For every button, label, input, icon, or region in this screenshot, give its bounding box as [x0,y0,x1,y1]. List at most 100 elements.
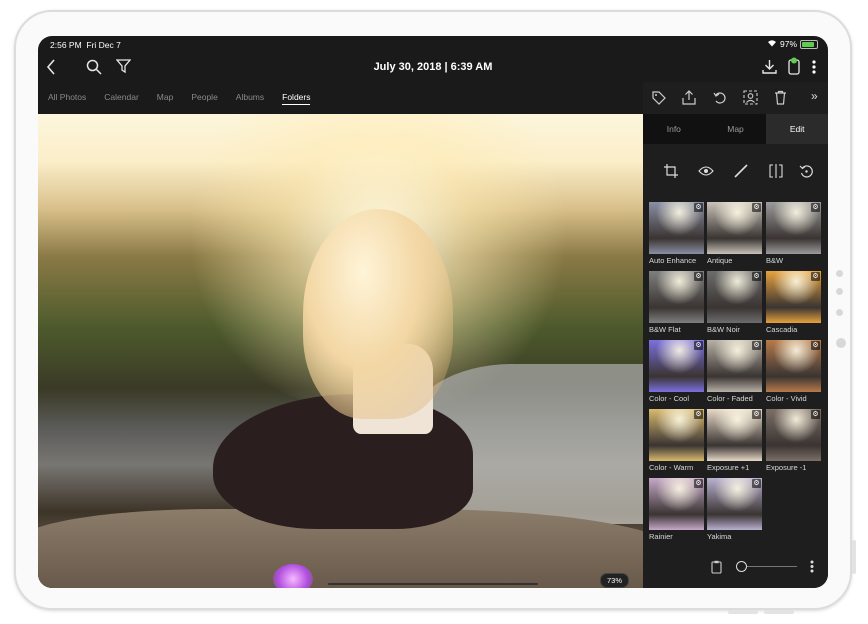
segment-edit[interactable]: Edit [766,114,828,144]
more-vertical-icon[interactable] [812,60,816,77]
gear-icon[interactable]: ⚙ [694,341,703,350]
wifi-icon [767,39,777,49]
filter-thumb[interactable]: ⚙ Antique [707,202,762,270]
filter-preview: ⚙ [649,478,704,530]
filter-label: B&W Flat [649,325,681,334]
gear-icon[interactable]: ⚙ [752,272,761,281]
more-vertical-icon[interactable] [810,560,814,576]
filter-label: B&W [766,256,784,265]
gear-icon[interactable]: ⚙ [811,203,820,212]
gear-icon[interactable]: ⚙ [752,410,761,419]
filter-preview: ⚙ [649,409,704,461]
sensor-dot [836,338,846,348]
share-icon[interactable] [682,90,696,108]
tab-all-photos[interactable]: All Photos [48,92,86,104]
filter-thumb[interactable]: ⚙ Yakima [707,478,762,546]
tag-icon[interactable] [652,91,666,108]
main-photo[interactable] [38,114,643,588]
filter-label: Exposure +1 [707,463,750,472]
gear-icon[interactable]: ⚙ [811,341,820,350]
volume-button [852,540,856,574]
filter-label: Color - Warm [649,463,694,472]
tab-map[interactable]: Map [157,92,174,104]
status-time: 2:56 PM [50,40,82,50]
tab-people[interactable]: People [191,92,217,104]
expand-panel-icon[interactable]: » [811,90,818,102]
screen: 2:56 PM Fri Dec 7 97% July 30, 2018 | 6:… [38,36,828,588]
face-tag-icon[interactable] [743,90,758,108]
filter-thumb[interactable]: ⚙ Cascadia [766,271,821,339]
eye-icon[interactable] [698,165,714,180]
filter-label: Auto Enhance [649,256,697,265]
download-icon[interactable] [762,59,777,78]
filter-thumb[interactable]: ⚙ Exposure -1 [766,409,821,477]
sensor-dot [836,309,843,316]
revert-icon[interactable] [799,164,814,182]
filter-thumb[interactable]: ⚙ B&W Flat [649,271,704,339]
filter-thumb[interactable]: ⚙ Auto Enhance [649,202,704,270]
battery-percent: 97% [779,39,797,49]
gear-icon[interactable]: ⚙ [752,203,761,212]
filter-label: Color - Faded [707,394,753,403]
gear-icon[interactable]: ⚙ [752,479,761,488]
clipboard-icon[interactable] [711,560,722,577]
bottom-button-left [728,610,758,614]
brush-icon[interactable] [734,164,748,181]
filter-preview: ⚙ [766,340,821,392]
intensity-slider-track[interactable] [742,566,797,567]
filter-preview: ⚙ [707,340,762,392]
filter-label: Rainier [649,532,673,541]
bottom-button-right [764,610,794,614]
filter-preview: ⚙ [707,409,762,461]
trash-icon[interactable] [774,90,787,108]
tab-calendar[interactable]: Calendar [104,92,139,104]
filter-thumb[interactable]: ⚙ B&W Noir [707,271,762,339]
rotate-icon[interactable] [713,91,727,108]
filter-preview: ⚙ [766,271,821,323]
filter-preview: ⚙ [649,340,704,392]
battery-icon [800,39,818,49]
gear-icon[interactable]: ⚙ [811,272,820,281]
sensor-dot [836,288,843,295]
filter-thumb[interactable]: ⚙ Color - Faded [707,340,762,408]
edit-tools-row [643,160,828,184]
intensity-slider-knob[interactable] [736,561,747,572]
panel-segmented-control: Info Map Edit [643,114,828,144]
tab-folders[interactable]: Folders [282,92,311,105]
filter-preview: ⚙ [707,478,762,530]
top-toolbar: July 30, 2018 | 6:39 AM [38,52,828,82]
segment-info[interactable]: Info [643,114,705,144]
status-date: Fri Dec 7 [86,40,121,50]
tab-albums[interactable]: Albums [236,92,264,104]
filter-thumb[interactable]: ⚙ Rainier [649,478,704,546]
crop-icon[interactable] [664,164,678,181]
library-tabs: All Photos Calendar Map People Albums Fo… [38,82,643,114]
zoom-level-badge: 73% [600,573,630,588]
filter-label: Color - Vivid [766,394,807,403]
filter-preview: ⚙ [707,202,762,254]
filter-label: B&W Noir [707,325,740,334]
gear-icon[interactable]: ⚙ [694,203,703,212]
filter-thumb[interactable]: ⚙ Exposure +1 [707,409,762,477]
filter-thumb[interactable]: ⚙ Color - Warm [649,409,704,477]
device-sync-icon[interactable] [788,57,800,78]
gear-icon[interactable]: ⚙ [811,410,820,419]
photo-date-title: July 30, 2018 | 6:39 AM [373,61,493,73]
lens-flare [273,564,313,588]
filter-thumb[interactable]: ⚙ Color - Cool [649,340,704,408]
filter-thumb[interactable]: ⚙ Color - Vivid [766,340,821,408]
filter-label: Yakima [707,532,732,541]
sensor-dot [836,270,843,277]
gear-icon[interactable]: ⚙ [694,272,703,281]
gear-icon[interactable]: ⚙ [752,341,761,350]
filter-preview: ⚙ [766,202,821,254]
gear-icon[interactable]: ⚙ [694,479,703,488]
filter-label: Antique [707,256,733,265]
segment-map[interactable]: Map [705,114,767,144]
filter-label: Exposure -1 [766,463,807,472]
photo-scrubber[interactable] [328,583,538,585]
filter-thumb[interactable]: ⚙ B&W [766,202,821,270]
compare-icon[interactable] [769,164,783,181]
filter-label: Color - Cool [649,394,690,403]
gear-icon[interactable]: ⚙ [694,410,703,419]
